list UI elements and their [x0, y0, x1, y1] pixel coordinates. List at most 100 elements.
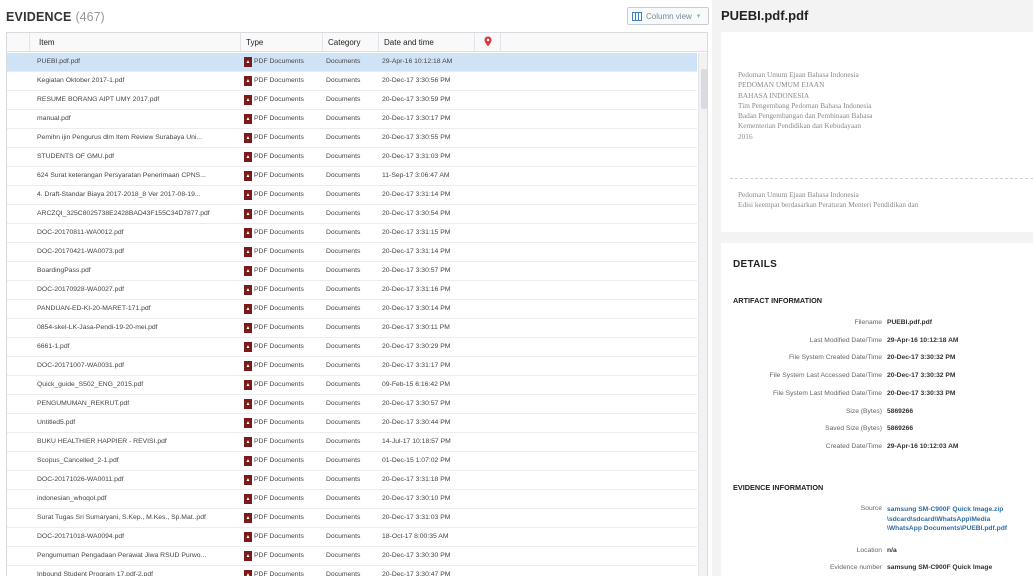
- item-name: 0854-skel-LK-Jasa-Pendi-19-20-mei.pdf: [37, 324, 158, 331]
- item-category: Documents: [326, 457, 361, 464]
- pdf-icon: ▲: [244, 247, 252, 257]
- table-row[interactable]: ARCZQI_325C8025738E2428BAD43F155C34D7877…: [7, 205, 697, 224]
- table-row[interactable]: PENGUMUMAN_REKRUT.pdf ▲ PDF Documents Docum…: [7, 395, 697, 414]
- header-date-time[interactable]: Date and time: [379, 33, 475, 52]
- source-path-link[interactable]: samsung SM-C900F Quick Image.zip \sdcard…: [887, 505, 1007, 534]
- item-name: ARCZQI_325C8025738E2428BAD43F155C34D7877…: [37, 210, 210, 217]
- item-name: 6661-1.pdf: [37, 343, 70, 350]
- pdf-icon: ▲: [244, 551, 252, 561]
- table-row[interactable]: manual.pdf ▲ PDF Documents Documents 20-Dec-…: [7, 110, 697, 129]
- item-type: ▲ PDF Documents: [244, 338, 324, 356]
- item-type-label: PDF Documents: [254, 419, 304, 426]
- document-title: PUEBI.pdf.pdf: [721, 8, 809, 23]
- table-row[interactable]: Surat Tugas Sri Sumaryani, S.Kep., M.Kes…: [7, 509, 697, 528]
- table-row[interactable]: RESUME BORANG AIPT UMY 2017.pdf ▲ PDF Docu…: [7, 91, 697, 110]
- item-name: Untitled5.pdf: [37, 419, 76, 426]
- item-type-label: PDF Documents: [254, 248, 304, 255]
- table-row[interactable]: Untitled5.pdf ▲ PDF Documents Documents 20-D…: [7, 414, 697, 433]
- table-row[interactable]: BoardingPass.pdf ▲ PDF Documents Documents 2…: [7, 262, 697, 281]
- pdf-icon: ▲: [244, 399, 252, 409]
- table-row[interactable]: Quick_guide_S502_ENG_2015.pdf ▲ PDF Docume…: [7, 376, 697, 395]
- table-row[interactable]: DOC-20170421-WA0073.pdf ▲ PDF Documents Doc…: [7, 243, 697, 262]
- table-row[interactable]: DOC-20170811-WA0012.pdf ▲ PDF Documents Doc…: [7, 224, 697, 243]
- document-preview[interactable]: Pedoman Umum Ejaan Bahasa Indonesia PEDOM…: [721, 32, 1033, 232]
- pdf-icon: ▲: [244, 228, 252, 238]
- detail-value: 5869266: [887, 425, 914, 433]
- item-type-label: PDF Documents: [254, 115, 304, 122]
- item-name: indonesian_whoqol.pdf: [37, 495, 107, 502]
- item-category: Documents: [326, 172, 361, 179]
- table-row[interactable]: Inbound Student Program 17.pdf-2.pdf ▲ PDF…: [7, 566, 697, 576]
- item-name: DOC-20170811-WA0012.pdf: [37, 229, 124, 236]
- header-type[interactable]: Type: [241, 33, 323, 52]
- item-date: 20-Dec-17 3:30:10 PM: [382, 495, 451, 502]
- table-row[interactable]: DOC-20171026-WA0011.pdf ▲ PDF Documents Doc…: [7, 471, 697, 490]
- table-row[interactable]: Pemihn ijin Pengurus dlm Item Review Sur…: [7, 129, 697, 148]
- item-type: ▲ PDF Documents: [244, 547, 324, 565]
- table-row[interactable]: Pengumuman Pengadaan Perawat Jiwa RSUD P…: [7, 547, 697, 566]
- item-type: ▲ PDF Documents: [244, 110, 324, 128]
- item-type: ▲ PDF Documents: [244, 471, 324, 489]
- item-name: Quick_guide_S502_ENG_2015.pdf: [37, 381, 144, 388]
- detail-key: Location: [856, 547, 882, 554]
- item-type: ▲ PDF Documents: [244, 243, 324, 261]
- table-row[interactable]: 0854-skel-LK-Jasa-Pendi-19-20-mei.pdf ▲ PD…: [7, 319, 697, 338]
- item-type: ▲ PDF Documents: [244, 414, 324, 432]
- table-row[interactable]: Scopus_Cancelled_2-1.pdf ▲ PDF Documents Do…: [7, 452, 697, 471]
- table-row[interactable]: STUDENTS OF GMU.pdf ▲ PDF Documents Documen…: [7, 148, 697, 167]
- detail-key: Source: [860, 505, 882, 512]
- preview-text-line: Tim Pengembang Pedoman Bahasa Indonesia: [738, 100, 872, 110]
- table-row[interactable]: 6661-1.pdf ▲ PDF Documents Documents 20-Dec-…: [7, 338, 697, 357]
- evidence-information-title: EVIDENCE INFORMATION: [733, 483, 824, 492]
- item-type-label: PDF Documents: [254, 210, 304, 217]
- header-select-column[interactable]: [7, 33, 30, 52]
- preview-text-line: Pedoman Umum Ejaan Bahasa Indonesia: [738, 70, 859, 79]
- table-row[interactable]: DOC-20171007-WA0031.pdf ▲ PDF Documents Doc…: [7, 357, 697, 376]
- detail-value: n/a: [887, 547, 897, 554]
- artifact-information-title: ARTIFACT INFORMATION: [733, 296, 823, 305]
- item-type-label: PDF Documents: [254, 153, 304, 160]
- detail-pane: PUEBI.pdf.pdf Pedoman Umum Ejaan Bahasa …: [712, 0, 1033, 576]
- header-category[interactable]: Category: [323, 33, 379, 52]
- pdf-icon: ▲: [244, 95, 252, 105]
- item-date: 20-Dec-17 3:31:03 PM: [382, 153, 451, 160]
- item-type-label: PDF Documents: [254, 571, 304, 576]
- table-row[interactable]: DOC-20171018-WA0094.pdf ▲ PDF Documents Doc…: [7, 528, 697, 547]
- detail-row: Created Date/Time 29-Apr-16 10:12:03 AM: [721, 443, 1033, 455]
- item-type-label: PDF Documents: [254, 172, 304, 179]
- table-row[interactable]: PUEBI.pdf.pdf ▲ PDF Documents Documents 29-A…: [7, 53, 697, 72]
- item-type: ▲ PDF Documents: [244, 167, 324, 185]
- table-row[interactable]: PANDUAN-ED-KI-20-MARET-171.pdf ▲ PDF Docum…: [7, 300, 697, 319]
- scrollbar-thumb[interactable]: [701, 69, 707, 109]
- item-date: 20-Dec-17 3:31:18 PM: [382, 476, 451, 483]
- table-scrollbar[interactable]: [698, 53, 707, 576]
- pdf-icon: ▲: [244, 323, 252, 333]
- preview-page-2: Pedoman Umum Ejaan Bahasa Indonesia Edisi…: [738, 190, 918, 211]
- item-type: ▲ PDF Documents: [244, 319, 324, 337]
- item-name: PANDUAN-ED-KI-20-MARET-171.pdf: [37, 305, 151, 312]
- table-row[interactable]: DOC-20170928-WA0027.pdf ▲ PDF Documents Doc…: [7, 281, 697, 300]
- evidence-header: EVIDENCE (467): [6, 10, 105, 28]
- detail-key: Filename: [854, 319, 882, 326]
- detail-value: 29-Apr-16 10:12:03 AM: [887, 442, 959, 450]
- table-row[interactable]: BUKU HEALTHIER HAPPIER - REVISI.pdf ▲ PDF …: [7, 433, 697, 452]
- item-name: PUEBI.pdf.pdf: [37, 58, 81, 65]
- detail-row: Size (Bytes) 5869266: [721, 408, 1033, 420]
- column-view-button[interactable]: Column view ▾: [627, 7, 709, 25]
- item-date: 20-Dec-17 3:30:44 PM: [382, 419, 451, 426]
- table-row[interactable]: 4. Draft-Standar Biaya 2017-2018_8 Ver 2…: [7, 186, 697, 205]
- item-name: DOC-20170928-WA0027.pdf: [37, 286, 125, 293]
- item-category: Documents: [326, 438, 361, 445]
- table-row[interactable]: Kegiatan Oktober 2017-1.pdf ▲ PDF Document…: [7, 72, 697, 91]
- header-item[interactable]: Item: [30, 33, 241, 52]
- item-type: ▲ PDF Documents: [244, 72, 324, 90]
- header-location[interactable]: [475, 33, 501, 52]
- item-type-label: PDF Documents: [254, 191, 304, 198]
- table-row[interactable]: indonesian_whoqol.pdf ▲ PDF Documents Docum…: [7, 490, 697, 509]
- pdf-icon: ▲: [244, 513, 252, 523]
- detail-value: 20-Dec-17 3:30:32 PM: [887, 372, 956, 380]
- pdf-icon: ▲: [244, 494, 252, 504]
- preview-text-line: Badan Pengembangan dan Pembinaan Bahasa: [738, 111, 873, 121]
- table-row[interactable]: 624 Surat keterangan Persyaratan Penerim…: [7, 167, 697, 186]
- item-name: DOC-20171007-WA0031.pdf: [37, 362, 125, 369]
